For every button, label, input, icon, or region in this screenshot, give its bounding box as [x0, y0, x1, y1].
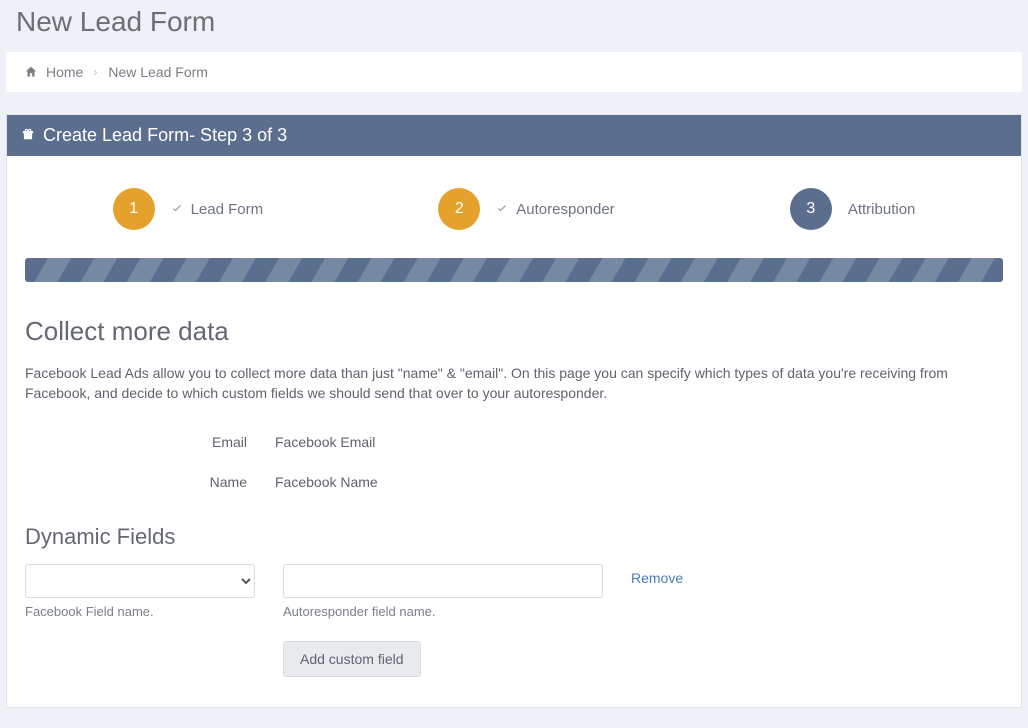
home-icon [24, 65, 38, 79]
step-label: Lead Form [191, 201, 264, 218]
panel-header: Create Lead Form- Step 3 of 3 [7, 115, 1021, 156]
field-value: Facebook Name [275, 474, 378, 490]
remove-link[interactable]: Remove [631, 564, 683, 586]
autoresponder-field-input[interactable] [283, 564, 603, 598]
breadcrumb-home[interactable]: Home [46, 64, 83, 80]
field-label: Email [25, 434, 275, 450]
field-label: Name [25, 474, 275, 490]
section-desc-collect: Facebook Lead Ads allow you to collect m… [25, 363, 1003, 404]
field-row-name: Name Facebook Name [25, 462, 1003, 502]
step-lead-form[interactable]: 1 Lead Form [113, 188, 264, 230]
step-label: Attribution [848, 201, 916, 218]
input-help: Autoresponder field name. [283, 604, 603, 619]
section-title-collect: Collect more data [25, 316, 1003, 347]
step-label: Autoresponder [516, 201, 614, 218]
step-autoresponder[interactable]: 2 Autoresponder [438, 188, 614, 230]
step-number: 3 [790, 188, 832, 230]
page-title: New Lead Form [6, 0, 1022, 52]
progress-bar [25, 258, 1003, 282]
check-icon [171, 201, 183, 218]
section-title-dynamic: Dynamic Fields [25, 524, 1003, 550]
step-number: 2 [438, 188, 480, 230]
field-value: Facebook Email [275, 434, 375, 450]
step-number: 1 [113, 188, 155, 230]
dynamic-field-row: Facebook Field name. Autoresponder field… [25, 564, 1003, 619]
gift-icon [21, 125, 35, 146]
wizard-steps: 1 Lead Form 2 Autoresponder [25, 180, 1003, 258]
add-custom-field-button[interactable]: Add custom field [283, 641, 421, 677]
facebook-field-select[interactable] [25, 564, 255, 598]
step-attribution[interactable]: 3 Attribution [790, 188, 916, 230]
chevron-right-icon [91, 64, 100, 80]
breadcrumb: Home New Lead Form [6, 52, 1022, 92]
field-row-email: Email Facebook Email [25, 422, 1003, 462]
breadcrumb-current: New Lead Form [108, 64, 208, 80]
panel-title: Create Lead Form- Step 3 of 3 [43, 125, 287, 146]
panel: Create Lead Form- Step 3 of 3 1 Lead For… [6, 114, 1022, 708]
check-icon [496, 201, 508, 218]
select-help: Facebook Field name. [25, 604, 255, 619]
